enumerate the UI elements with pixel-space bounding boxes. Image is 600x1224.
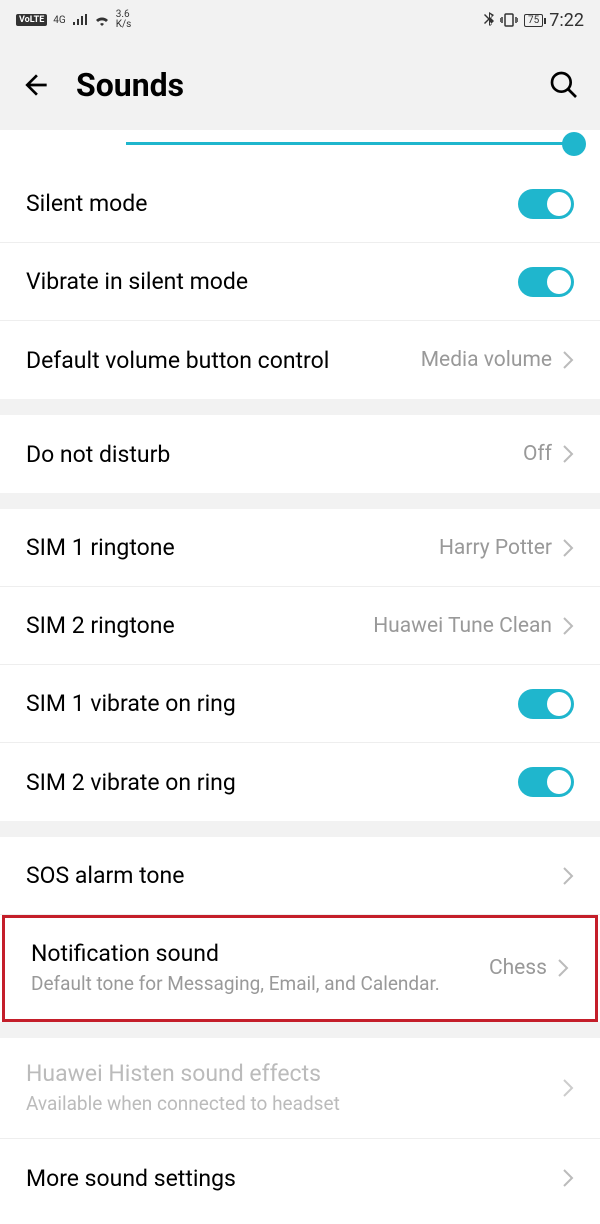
section-gap bbox=[0, 493, 600, 509]
network-speed: 3.6 K/s bbox=[116, 10, 132, 30]
chevron-right-icon bbox=[562, 350, 574, 370]
vibrate-icon bbox=[500, 13, 518, 27]
highlight-box: Notification sound Default tone for Mess… bbox=[2, 915, 598, 1022]
row-title: SIM 2 vibrate on ring bbox=[26, 769, 518, 796]
group-sim: SIM 1 ringtone Harry Potter SIM 2 ringto… bbox=[0, 509, 600, 821]
volume-slider[interactable] bbox=[126, 142, 574, 145]
row-title: Silent mode bbox=[26, 190, 518, 217]
row-subtitle: Default tone for Messaging, Email, and C… bbox=[31, 971, 489, 997]
chevron-right-icon bbox=[562, 616, 574, 636]
wifi-icon bbox=[94, 14, 110, 26]
row-default-volume[interactable]: Default volume button control Media volu… bbox=[0, 321, 600, 399]
row-title: Huawei Histen sound effects bbox=[26, 1060, 562, 1087]
clock: 7:22 bbox=[549, 10, 584, 31]
header: Sounds bbox=[0, 40, 600, 130]
status-bar: VoLTE 4G 3.6 K/s 75 7:22 bbox=[0, 0, 600, 40]
battery-icon: 75 bbox=[524, 14, 543, 27]
section-gap bbox=[0, 1022, 600, 1038]
volume-slider-row bbox=[0, 130, 600, 165]
row-notification-sound[interactable]: Notification sound Default tone for Mess… bbox=[5, 918, 595, 1019]
row-title: Do not disturb bbox=[26, 441, 523, 468]
row-dnd[interactable]: Do not disturb Off bbox=[0, 415, 600, 493]
row-vibrate-silent[interactable]: Vibrate in silent mode bbox=[0, 243, 600, 321]
row-title: Vibrate in silent mode bbox=[26, 268, 518, 295]
chevron-right-icon bbox=[562, 866, 574, 886]
row-subtitle: Available when connected to headset bbox=[26, 1091, 562, 1117]
status-right: 75 7:22 bbox=[484, 10, 584, 31]
row-title: Notification sound bbox=[31, 940, 489, 967]
chevron-right-icon bbox=[562, 538, 574, 558]
group-dnd: Do not disturb Off bbox=[0, 415, 600, 493]
search-button[interactable] bbox=[548, 69, 580, 101]
section-gap bbox=[0, 399, 600, 415]
page-title: Sounds bbox=[76, 66, 524, 104]
slider-thumb[interactable] bbox=[562, 132, 586, 156]
status-left: VoLTE 4G 3.6 K/s bbox=[16, 10, 131, 30]
row-value: Chess bbox=[489, 956, 547, 980]
row-value: Harry Potter bbox=[439, 536, 552, 560]
row-value: Huawei Tune Clean bbox=[373, 614, 552, 638]
row-histen: Huawei Histen sound effects Available wh… bbox=[0, 1038, 600, 1140]
toggle-vibrate-silent[interactable] bbox=[518, 267, 574, 297]
row-sim2-ringtone[interactable]: SIM 2 ringtone Huawei Tune Clean bbox=[0, 587, 600, 665]
group-effects: Huawei Histen sound effects Available wh… bbox=[0, 1038, 600, 1218]
chevron-right-icon bbox=[557, 958, 569, 978]
chevron-right-icon bbox=[562, 1168, 574, 1188]
toggle-sim1-vibrate[interactable] bbox=[518, 689, 574, 719]
row-title: SIM 1 vibrate on ring bbox=[26, 690, 518, 717]
row-title: SIM 1 ringtone bbox=[26, 534, 439, 561]
signal-icon bbox=[72, 14, 88, 26]
row-value: Media volume bbox=[421, 348, 552, 372]
volte-badge: VoLTE bbox=[16, 14, 47, 26]
group-modes: Silent mode Vibrate in silent mode Defau… bbox=[0, 165, 600, 399]
toggle-silent-mode[interactable] bbox=[518, 189, 574, 219]
row-title: More sound settings bbox=[26, 1165, 562, 1192]
row-title: SOS alarm tone bbox=[26, 862, 562, 889]
row-title: Default volume button control bbox=[26, 347, 421, 374]
row-value: Off bbox=[523, 442, 552, 466]
bluetooth-icon bbox=[484, 12, 494, 28]
toggle-sim2-vibrate[interactable] bbox=[518, 767, 574, 797]
chevron-right-icon bbox=[562, 444, 574, 464]
row-sim2-vibrate[interactable]: SIM 2 vibrate on ring bbox=[0, 743, 600, 821]
back-button[interactable] bbox=[20, 69, 52, 101]
section-gap bbox=[0, 821, 600, 837]
row-silent-mode[interactable]: Silent mode bbox=[0, 165, 600, 243]
row-title: SIM 2 ringtone bbox=[26, 612, 373, 639]
row-sos[interactable]: SOS alarm tone bbox=[0, 837, 600, 915]
group-tones: SOS alarm tone Notification sound Defaul… bbox=[0, 837, 600, 1022]
row-sim1-vibrate[interactable]: SIM 1 vibrate on ring bbox=[0, 665, 600, 743]
row-sim1-ringtone[interactable]: SIM 1 ringtone Harry Potter bbox=[0, 509, 600, 587]
row-more-sound[interactable]: More sound settings bbox=[0, 1139, 600, 1217]
chevron-right-icon bbox=[562, 1078, 574, 1098]
network-label: 4G bbox=[53, 15, 65, 26]
